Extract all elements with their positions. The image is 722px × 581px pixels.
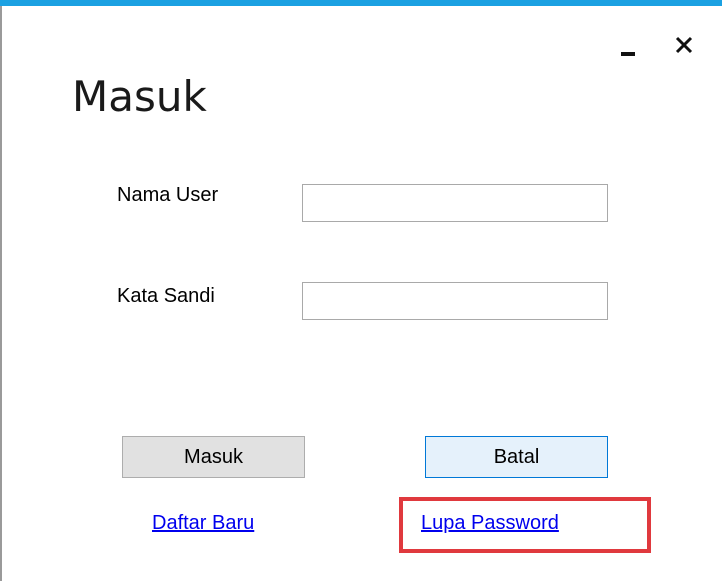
window-left-border [0, 6, 2, 581]
page-title: Masuk [72, 72, 207, 121]
username-label: Nama User [117, 184, 219, 206]
register-link[interactable]: Daftar Baru [152, 512, 254, 535]
username-field[interactable] [302, 184, 608, 222]
password-field[interactable] [302, 282, 608, 320]
minimize-icon [621, 52, 635, 56]
close-icon [675, 36, 693, 54]
login-button[interactable]: Masuk [122, 436, 305, 478]
window-accent-bar [0, 0, 722, 6]
highlight-annotation-box [399, 497, 651, 553]
close-button[interactable] [670, 30, 698, 60]
cancel-button[interactable]: Batal [425, 436, 608, 478]
login-window: Masuk Nama User Kata Sandi Masuk Batal D… [0, 0, 722, 581]
password-label: Kata Sandi [117, 285, 215, 307]
minimize-button[interactable] [614, 30, 642, 60]
